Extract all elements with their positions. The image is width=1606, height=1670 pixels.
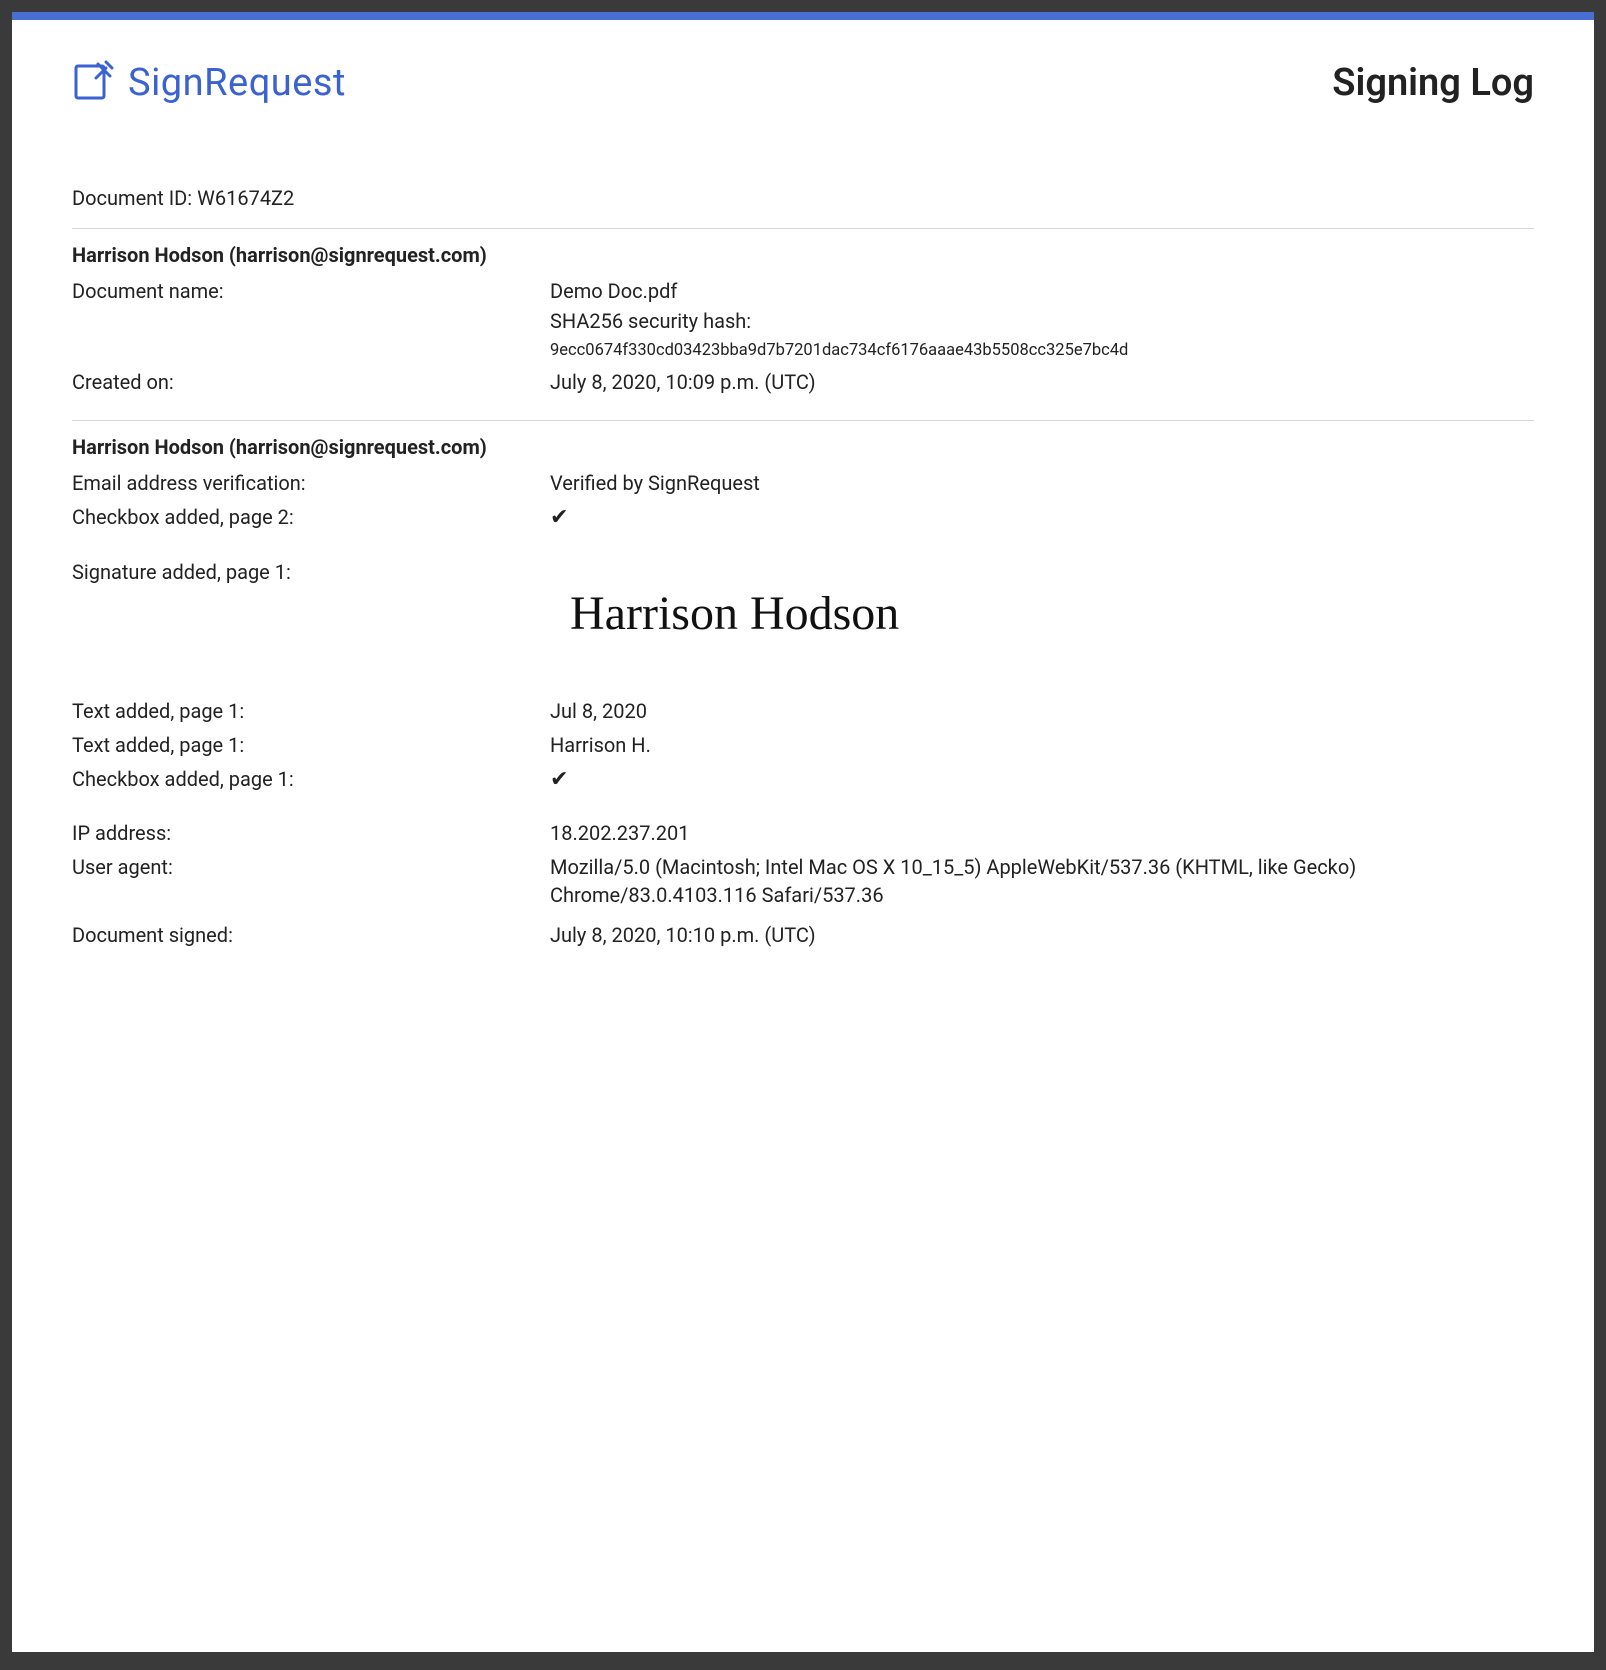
text-page1-name-label: Text added, page 1: xyxy=(72,731,550,759)
email-verification-value: Verified by SignRequest xyxy=(550,469,1534,497)
ip-address-value: 18.202.237.201 xyxy=(550,819,1534,847)
checkbox-page2-value: ✔ xyxy=(550,503,1534,534)
row-checkbox-page1: Checkbox added, page 1: ✔ xyxy=(72,765,1534,796)
document-id: Document ID: W61674Z2 xyxy=(72,186,1534,210)
row-document-signed: Document signed: July 8, 2020, 10:10 p.m… xyxy=(72,921,1534,949)
created-on-value: July 8, 2020, 10:09 p.m. (UTC) xyxy=(550,368,1534,396)
text-page1-date-label: Text added, page 1: xyxy=(72,697,550,725)
document-id-label: Document ID: xyxy=(72,186,192,210)
text-page1-date-value: Jul 8, 2020 xyxy=(550,697,1534,725)
signature-image: Harrison Hodson xyxy=(550,558,1534,691)
row-checkbox-page2: Checkbox added, page 2: ✔ xyxy=(72,503,1534,534)
row-text-page1-date: Text added, page 1: Jul 8, 2020 xyxy=(72,697,1534,725)
user-agent-value: Mozilla/5.0 (Macintosh; Intel Mac OS X 1… xyxy=(550,853,1534,909)
row-signature: Signature added, page 1: Harrison Hodson xyxy=(72,558,1534,691)
row-document-name: Document name: Demo Doc.pdf SHA256 secur… xyxy=(72,277,1534,362)
logo: SignRequest xyxy=(72,60,346,106)
document-signed-label: Document signed: xyxy=(72,921,550,949)
logo-text: SignRequest xyxy=(128,61,346,105)
document-name-value: Demo Doc.pdf SHA256 security hash: 9ecc0… xyxy=(550,277,1534,362)
row-created-on: Created on: July 8, 2020, 10:09 p.m. (UT… xyxy=(72,368,1534,396)
signature-value: Harrison Hodson xyxy=(550,558,1534,691)
row-user-agent: User agent: Mozilla/5.0 (Macintosh; Inte… xyxy=(72,853,1534,909)
email-verification-label: Email address verification: xyxy=(72,469,550,497)
row-email-verification: Email address verification: Verified by … xyxy=(72,469,1534,497)
check-icon: ✔ xyxy=(550,767,568,792)
section-header-signer: Harrison Hodson (harrison@signrequest.co… xyxy=(72,435,1534,459)
document-name-label: Document name: xyxy=(72,277,550,362)
document-page: SignRequest Signing Log Document ID: W61… xyxy=(12,12,1594,1652)
checkbox-page1-value: ✔ xyxy=(550,765,1534,796)
page-title: Signing Log xyxy=(1332,61,1534,105)
checkbox-page2-label: Checkbox added, page 2: xyxy=(72,503,550,534)
created-on-label: Created on: xyxy=(72,368,550,396)
row-text-page1-name: Text added, page 1: Harrison H. xyxy=(72,731,1534,759)
divider xyxy=(72,420,1534,421)
text-page1-name-value: Harrison H. xyxy=(550,731,1534,759)
document-id-value: W61674Z2 xyxy=(197,186,294,210)
checkbox-page1-label: Checkbox added, page 1: xyxy=(72,765,550,796)
row-ip-address: IP address: 18.202.237.201 xyxy=(72,819,1534,847)
ip-address-label: IP address: xyxy=(72,819,550,847)
signrequest-icon xyxy=(72,60,114,106)
signature-label: Signature added, page 1: xyxy=(72,558,550,691)
document-name-text: Demo Doc.pdf xyxy=(550,277,1534,305)
hash-label: SHA256 security hash: xyxy=(550,307,1534,335)
header: SignRequest Signing Log xyxy=(72,60,1534,106)
section-header-creator: Harrison Hodson (harrison@signrequest.co… xyxy=(72,243,1534,267)
user-agent-label: User agent: xyxy=(72,853,550,909)
check-icon: ✔ xyxy=(550,505,568,530)
divider xyxy=(72,228,1534,229)
hash-value: 9ecc0674f330cd03423bba9d7b7201dac734cf61… xyxy=(550,339,1534,362)
document-signed-value: July 8, 2020, 10:10 p.m. (UTC) xyxy=(550,921,1534,949)
